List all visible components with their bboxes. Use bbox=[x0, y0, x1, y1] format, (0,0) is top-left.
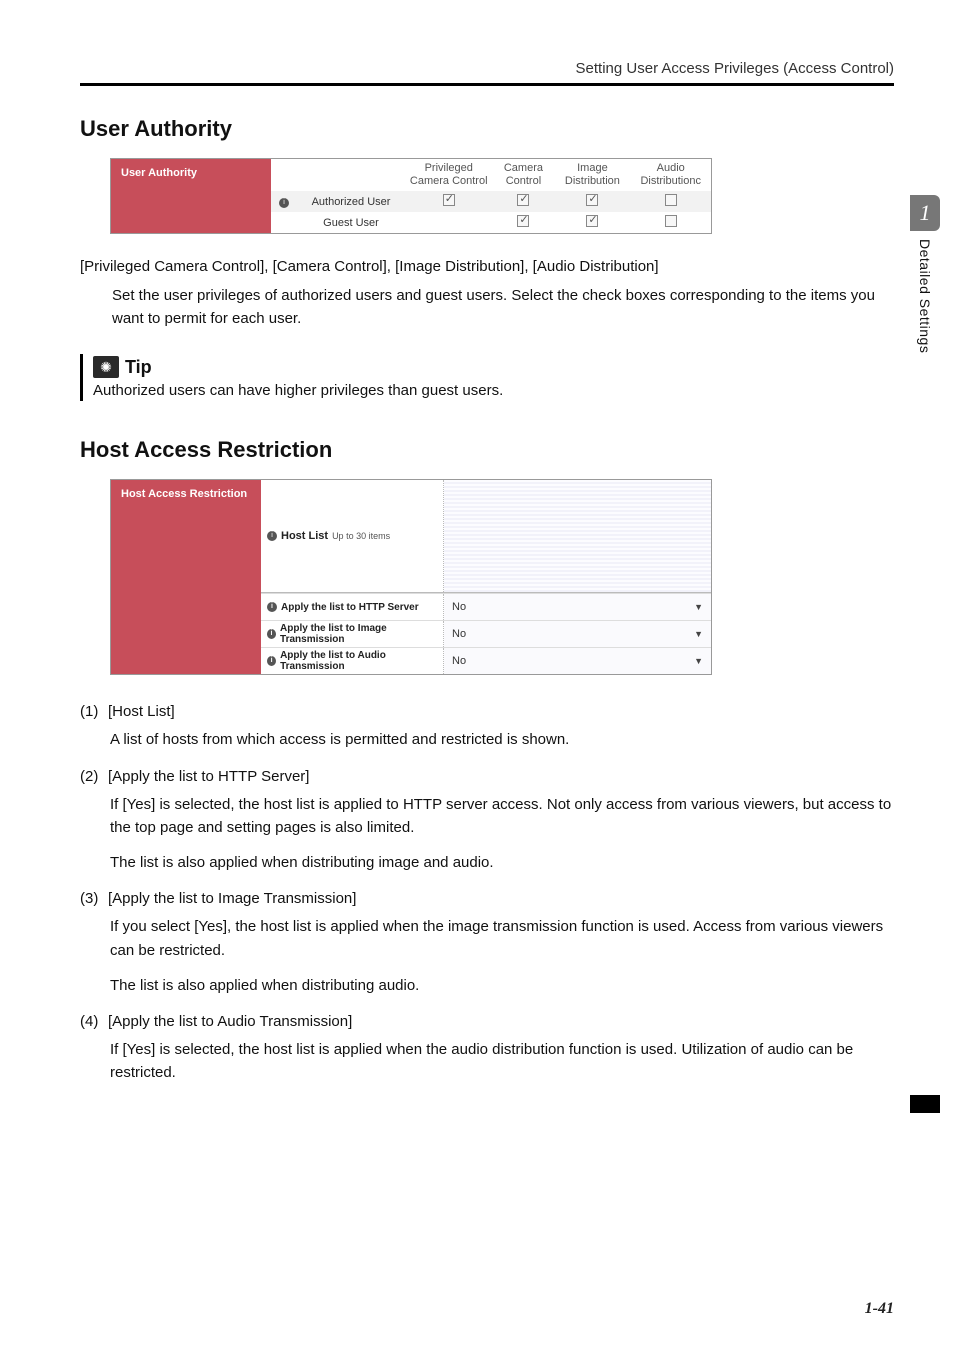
col-audio-dist: Audio Distributionc bbox=[630, 159, 711, 191]
tip-text: Authorized users can have higher privile… bbox=[93, 382, 894, 399]
privilege-bracket-line: [Privileged Camera Control], [Camera Con… bbox=[80, 258, 894, 275]
host-access-panel: Host Access Restriction i Host List Up t… bbox=[110, 479, 712, 675]
tip-icon: ✺ bbox=[93, 356, 119, 378]
checkbox-guest-cam[interactable] bbox=[517, 215, 529, 227]
table-row: Guest User bbox=[271, 212, 711, 233]
section-title-host-access-restriction: Host Access Restriction bbox=[80, 437, 894, 463]
host-list-label: Host List bbox=[281, 530, 328, 542]
apply-http-dropdown[interactable]: No ▼ bbox=[444, 594, 711, 620]
row-label-guest-user: Guest User bbox=[297, 212, 405, 233]
chapter-tab: 1 Detailed Settings bbox=[910, 195, 940, 353]
row-label-authorized-user: Authorized User bbox=[297, 191, 405, 212]
list-item: (1)[Host List] A list of hosts from whic… bbox=[80, 701, 894, 751]
apply-http-label: Apply the list to HTTP Server bbox=[281, 602, 419, 613]
page-number: 1-41 bbox=[865, 1300, 894, 1318]
chevron-down-icon: ▼ bbox=[694, 629, 703, 639]
page: Setting User Access Privileges (Access C… bbox=[0, 0, 954, 1352]
apply-audio-value: No bbox=[452, 655, 466, 667]
table-header-row: Privileged Camera Control Camera Control… bbox=[271, 159, 711, 191]
info-icon: i bbox=[267, 602, 277, 612]
apply-image-row: i Apply the list to Image Transmission N… bbox=[261, 620, 711, 647]
host-list-sublabel: Up to 30 items bbox=[332, 531, 390, 541]
item-heading: [Host List] bbox=[108, 703, 175, 720]
checkbox-guest-audio[interactable] bbox=[665, 215, 677, 227]
table-row: i Authorized User bbox=[271, 191, 711, 212]
list-item: (3)[Apply the list to Image Transmission… bbox=[80, 888, 894, 997]
info-icon: i bbox=[267, 531, 277, 541]
apply-image-value: No bbox=[452, 628, 466, 640]
item-number: (2) bbox=[80, 766, 108, 787]
host-access-panel-sidebar: Host Access Restriction bbox=[111, 480, 261, 674]
chapter-label: Detailed Settings bbox=[917, 239, 933, 353]
col-priv-cam-control: Privileged Camera Control bbox=[405, 159, 492, 191]
item-body: The list is also applied when distributi… bbox=[110, 974, 894, 997]
chevron-down-icon: ▼ bbox=[694, 656, 703, 666]
section-title-user-authority: User Authority bbox=[80, 116, 894, 142]
item-body: A list of hosts from which access is per… bbox=[110, 728, 894, 751]
apply-audio-label: Apply the list to Audio Transmission bbox=[280, 650, 437, 672]
info-icon: i bbox=[267, 629, 276, 639]
item-body: If you select [Yes], the host list is ap… bbox=[110, 915, 894, 962]
item-heading: [Apply the list to Image Transmission] bbox=[108, 890, 356, 907]
item-heading: [Apply the list to HTTP Server] bbox=[108, 768, 309, 785]
item-body: If [Yes] is selected, the host list is a… bbox=[110, 793, 894, 840]
apply-audio-dropdown[interactable]: No ▼ bbox=[444, 648, 711, 674]
item-number: (4) bbox=[80, 1011, 108, 1032]
item-body: The list is also applied when distributi… bbox=[110, 851, 894, 874]
running-header: Setting User Access Privileges (Access C… bbox=[80, 60, 894, 77]
apply-http-row: i Apply the list to HTTP Server No ▼ bbox=[261, 593, 711, 620]
col-image-dist: Image Distribution bbox=[554, 159, 630, 191]
tip-label: Tip bbox=[125, 357, 152, 378]
checkbox-guest-image[interactable] bbox=[586, 215, 598, 227]
checkbox-authorized-cam[interactable] bbox=[517, 194, 529, 206]
privilege-description: Set the user privileges of authorized us… bbox=[80, 285, 894, 330]
header-rule bbox=[80, 83, 894, 86]
apply-image-label: Apply the list to Image Transmission bbox=[280, 623, 437, 645]
checkbox-authorized-privcam[interactable] bbox=[443, 194, 455, 206]
info-icon: i bbox=[279, 198, 289, 208]
col-cam-control: Camera Control bbox=[492, 159, 554, 191]
chapter-number-badge: 1 bbox=[910, 195, 940, 231]
info-icon: i bbox=[267, 656, 276, 666]
item-body: If [Yes] is selected, the host list is a… bbox=[110, 1038, 894, 1085]
chevron-down-icon: ▼ bbox=[694, 602, 703, 612]
apply-audio-row: i Apply the list to Audio Transmission N… bbox=[261, 647, 711, 674]
host-list-row: i Host List Up to 30 items bbox=[261, 480, 711, 593]
item-heading: [Apply the list to Audio Transmission] bbox=[108, 1013, 352, 1030]
apply-image-dropdown[interactable]: No ▼ bbox=[444, 621, 711, 647]
apply-http-value: No bbox=[452, 601, 466, 613]
user-authority-table: Privileged Camera Control Camera Control… bbox=[271, 159, 711, 233]
item-number: (1) bbox=[80, 701, 108, 722]
checkbox-authorized-audio[interactable] bbox=[665, 194, 677, 206]
user-authority-panel: User Authority Privileged Camera Control… bbox=[110, 158, 712, 234]
side-thumb-marker bbox=[910, 1095, 940, 1113]
user-authority-panel-sidebar: User Authority bbox=[111, 159, 271, 233]
list-item: (4)[Apply the list to Audio Transmission… bbox=[80, 1011, 894, 1085]
list-item: (2)[Apply the list to HTTP Server] If [Y… bbox=[80, 766, 894, 875]
item-number: (3) bbox=[80, 888, 108, 909]
checkbox-authorized-image[interactable] bbox=[586, 194, 598, 206]
tip-block: ✺ Tip Authorized users can have higher p… bbox=[80, 354, 894, 401]
host-list-textarea[interactable] bbox=[444, 480, 711, 592]
